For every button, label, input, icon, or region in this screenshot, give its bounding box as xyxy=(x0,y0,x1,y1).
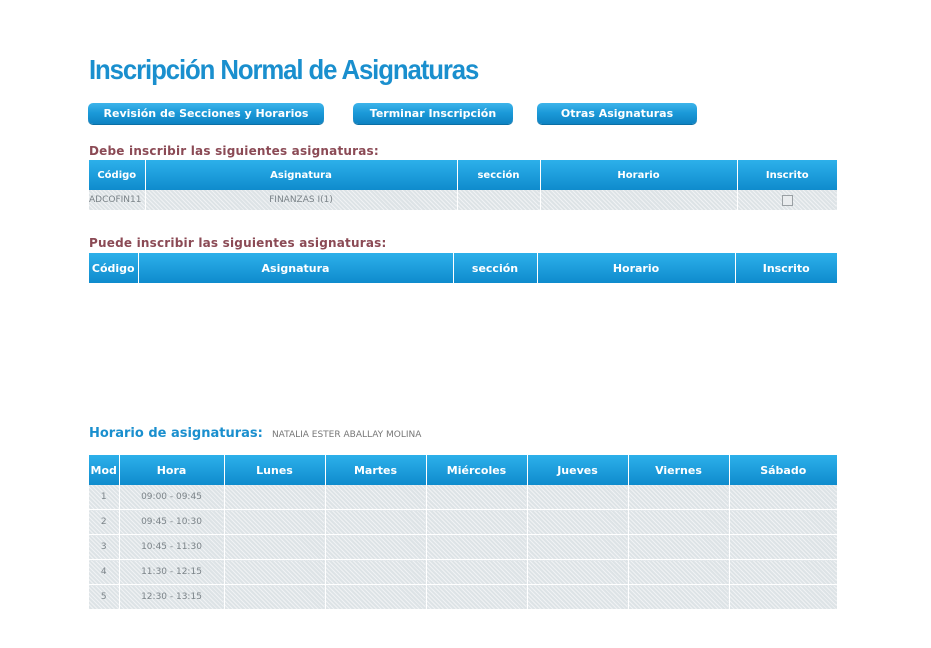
mod-cell: 1 xyxy=(89,485,120,510)
lunes-cell xyxy=(224,559,326,585)
sabado-cell xyxy=(729,534,837,560)
table-header-row: Código Asignatura sección Horario Inscri… xyxy=(89,253,837,283)
martes-cell xyxy=(325,509,427,535)
mod-cell: 5 xyxy=(89,584,120,610)
jueves-cell xyxy=(527,485,629,510)
hora-cell: 11:30 - 12:15 xyxy=(119,559,225,585)
miercoles-cell xyxy=(426,509,528,535)
martes-cell xyxy=(325,485,427,510)
hora-cell: 09:45 - 10:30 xyxy=(119,509,225,535)
martes-cell xyxy=(325,584,427,610)
viernes-cell xyxy=(628,509,730,535)
debe-inscribir-label: Debe inscribir las siguientes asignatura… xyxy=(89,144,379,158)
viernes-cell xyxy=(628,534,730,560)
column-header-inscrito: Inscrito xyxy=(735,253,837,283)
hora-cell: 12:30 - 13:15 xyxy=(119,584,225,610)
column-header-horario: Horario xyxy=(540,160,738,190)
jueves-cell xyxy=(527,584,629,610)
miercoles-cell xyxy=(426,559,528,585)
martes-cell xyxy=(325,534,427,560)
jueves-cell xyxy=(527,559,629,585)
table-row: 3 10:45 - 11:30 xyxy=(89,534,837,560)
viernes-cell xyxy=(628,485,730,510)
inscrito-checkbox[interactable] xyxy=(781,194,793,206)
horario-header: Horario de asignaturas: NATALIA ESTER AB… xyxy=(89,422,421,441)
table-header-row: Mod Hora Lunes Martes Miércoles Jueves V… xyxy=(89,455,837,485)
table-row: 2 09:45 - 10:30 xyxy=(89,509,837,535)
horario-label: Horario de asignaturas: xyxy=(89,426,263,441)
asignatura-cell: FINANZAS I(1) xyxy=(145,190,458,210)
inscrito-cell xyxy=(737,190,837,210)
column-header-seccion: sección xyxy=(457,160,541,190)
table-row: 4 11:30 - 12:15 xyxy=(89,559,837,585)
seccion-cell xyxy=(457,190,541,210)
sabado-cell xyxy=(729,509,837,535)
column-header-seccion: sección xyxy=(453,253,538,283)
horario-table: Mod Hora Lunes Martes Miércoles Jueves V… xyxy=(89,455,837,610)
miercoles-cell xyxy=(426,485,528,510)
column-header-lunes: Lunes xyxy=(224,455,326,485)
mod-cell: 2 xyxy=(89,509,120,535)
column-header-viernes: Viernes xyxy=(628,455,730,485)
viernes-cell xyxy=(628,584,730,610)
jueves-cell xyxy=(527,509,629,535)
column-header-mod: Mod xyxy=(89,455,120,485)
miercoles-cell xyxy=(426,584,528,610)
puede-inscribir-label: Puede inscribir las siguientes asignatur… xyxy=(89,236,387,250)
table-row: ADCOFIN11 FINANZAS I(1) xyxy=(89,190,837,210)
mod-cell: 3 xyxy=(89,534,120,560)
column-header-codigo: Código xyxy=(89,160,146,190)
martes-cell xyxy=(325,559,427,585)
miercoles-cell xyxy=(426,534,528,560)
column-header-asignatura: Asignatura xyxy=(145,160,458,190)
mod-cell: 4 xyxy=(89,559,120,585)
hora-cell: 09:00 - 09:45 xyxy=(119,485,225,510)
column-header-jueves: Jueves xyxy=(527,455,629,485)
column-header-hora: Hora xyxy=(119,455,225,485)
column-header-asignatura: Asignatura xyxy=(138,253,454,283)
sabado-cell xyxy=(729,485,837,510)
lunes-cell xyxy=(224,509,326,535)
student-name: NATALIA ESTER ABALLAY MOLINA xyxy=(271,430,422,440)
terminar-inscripcion-button[interactable]: Terminar Inscripción xyxy=(353,103,513,124)
debe-inscribir-table: Código Asignatura sección Horario Inscri… xyxy=(89,160,837,210)
column-header-horario: Horario xyxy=(537,253,736,283)
table-header-row: Código Asignatura sección Horario Inscri… xyxy=(89,160,837,190)
otras-asignaturas-button[interactable]: Otras Asignaturas xyxy=(537,103,697,124)
table-row: 5 12:30 - 13:15 xyxy=(89,584,837,610)
column-header-sabado: Sábado xyxy=(729,455,837,485)
column-header-martes: Martes xyxy=(325,455,427,485)
codigo-cell: ADCOFIN11 xyxy=(89,190,146,210)
column-header-miercoles: Miércoles xyxy=(426,455,528,485)
sabado-cell xyxy=(729,584,837,610)
column-header-inscrito: Inscrito xyxy=(737,160,837,190)
page-title: Inscripción Normal de Asignaturas xyxy=(89,54,479,85)
column-header-codigo: Código xyxy=(89,253,139,283)
sabado-cell xyxy=(729,559,837,585)
revision-secciones-button[interactable]: Revisión de Secciones y Horarios xyxy=(88,103,324,124)
viernes-cell xyxy=(628,559,730,585)
lunes-cell xyxy=(224,584,326,610)
lunes-cell xyxy=(224,485,326,510)
jueves-cell xyxy=(527,534,629,560)
puede-inscribir-table: Código Asignatura sección Horario Inscri… xyxy=(89,253,837,283)
lunes-cell xyxy=(224,534,326,560)
table-row: 1 09:00 - 09:45 xyxy=(89,485,837,510)
hora-cell: 10:45 - 11:30 xyxy=(119,534,225,560)
horario-cell xyxy=(540,190,738,210)
